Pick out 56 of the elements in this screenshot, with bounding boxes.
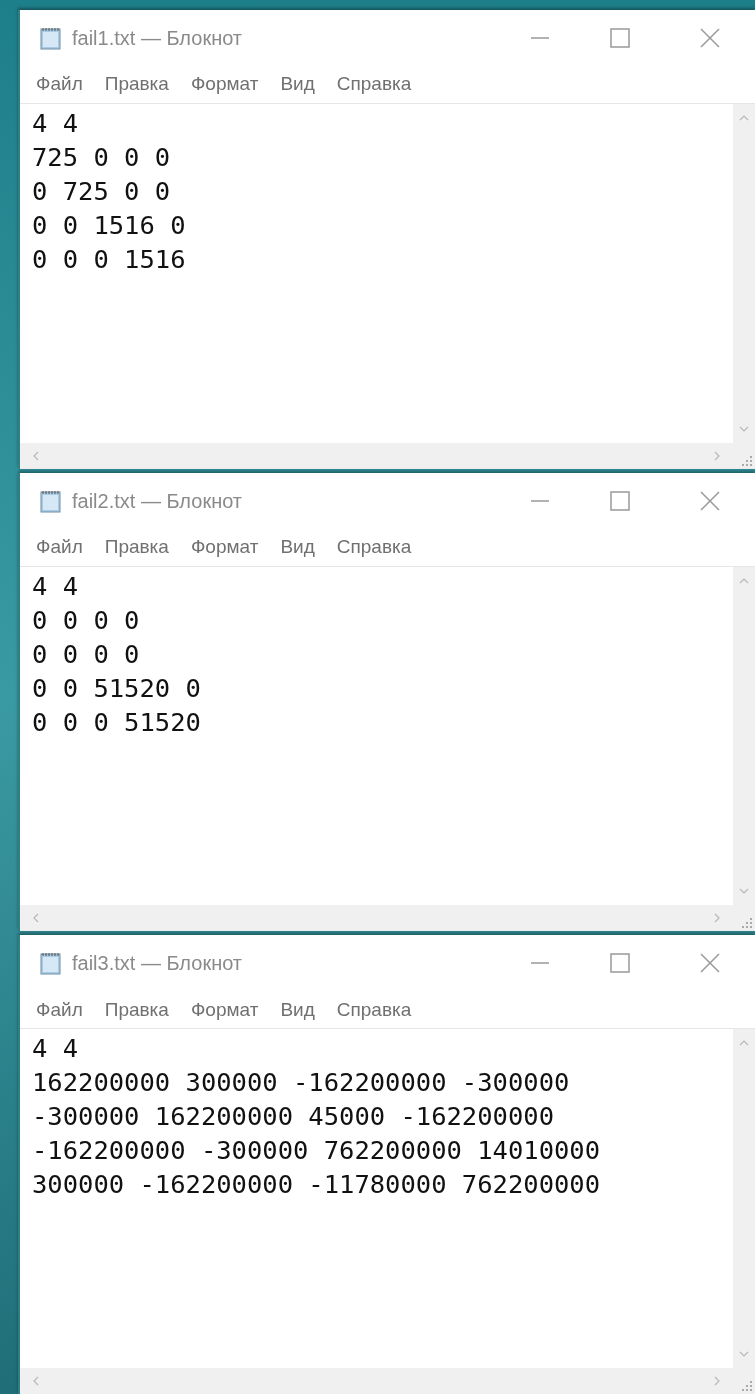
text-line: 0 0 1516 0 <box>32 209 187 242</box>
minimize-icon <box>529 498 551 503</box>
text-line: 300000 -162200000 -11780000 762200000 <box>32 1168 602 1202</box>
vertical-scrollbar[interactable] <box>733 566 755 906</box>
vertical-scrollbar[interactable] <box>733 104 755 443</box>
close-icon <box>699 489 721 512</box>
text-line: 0 0 51520 0 <box>32 671 202 705</box>
window-title: fail1.txt — Блокнот <box>72 26 243 51</box>
menu-item[interactable]: Вид <box>280 532 315 562</box>
vertical-scrollbar[interactable] <box>733 1029 755 1368</box>
grip-icon <box>742 918 752 929</box>
minimize-icon <box>529 961 551 966</box>
text-line: -300000 162200000 45000 -162200000 <box>32 1100 555 1134</box>
maximize-icon <box>609 489 631 512</box>
text-area[interactable]: 4 4 162200000 300000 -162200000 -300000 -300000 162200000 45000 -162200000 -162200000 -300000 762200000 14010000 300000 -162200000 -11780000 762200000 <box>20 1029 733 1368</box>
menu-item[interactable]: Вид <box>280 70 315 99</box>
text-line: 0 0 0 1516 <box>32 243 187 276</box>
menu-item[interactable]: Файл <box>36 70 83 99</box>
menu-item[interactable]: Формат <box>190 532 259 562</box>
menu-item[interactable]: Справка <box>336 532 412 562</box>
menu-item[interactable]: Правка <box>104 532 169 562</box>
text-area[interactable]: 4 4 0 0 0 0 0 0 0 0 0 0 51520 0 0 0 0 51520 <box>20 566 733 906</box>
menu-item[interactable]: Справка <box>336 70 412 99</box>
text-area[interactable]: 4 4 725 0 0 0 0 725 0 0 0 0 1516 0 0 0 0 1516 <box>20 104 733 443</box>
horizontal-scrollbar[interactable] <box>20 1368 733 1394</box>
menu-item[interactable]: Формат <box>190 995 259 1025</box>
notepad-icon <box>38 25 64 51</box>
horizontal-scrollbar[interactable] <box>20 442 733 469</box>
text-line: -162200000 -300000 762200000 14010000 <box>32 1134 602 1168</box>
maximize-icon <box>609 27 631 49</box>
menu-item[interactable]: Файл <box>36 995 83 1025</box>
menu-item[interactable]: Справка <box>336 995 412 1025</box>
grip-icon <box>742 455 752 466</box>
notepad-icon <box>38 950 64 977</box>
minimize-icon <box>529 36 551 40</box>
text-line: 4 4 <box>32 569 80 603</box>
text-line: 725 0 0 0 <box>32 141 172 174</box>
text-line: 0 0 0 0 <box>32 603 141 637</box>
horizontal-scrollbar[interactable] <box>20 905 733 932</box>
menu-item[interactable]: Вид <box>280 995 315 1025</box>
close-icon <box>699 952 721 975</box>
menu-item[interactable]: Формат <box>190 70 259 99</box>
text-line: 0 0 0 0 <box>32 637 141 671</box>
text-line: 4 4 <box>32 107 80 140</box>
window-title: fail3.txt — Блокнот <box>72 951 243 977</box>
menu-item[interactable]: Файл <box>36 532 83 562</box>
maximize-icon <box>609 952 631 975</box>
text-line: 162200000 300000 -162200000 -300000 <box>32 1066 571 1100</box>
window-title: fail2.txt — Блокнот <box>72 488 243 514</box>
grip-icon <box>742 1381 752 1391</box>
text-line: 0 725 0 0 <box>32 175 172 208</box>
menu-item[interactable]: Правка <box>104 70 169 99</box>
menu-item[interactable]: Правка <box>104 995 169 1025</box>
text-line: 0 0 0 51520 <box>32 705 202 739</box>
text-line: 4 4 <box>32 1032 80 1066</box>
close-icon <box>699 27 721 49</box>
